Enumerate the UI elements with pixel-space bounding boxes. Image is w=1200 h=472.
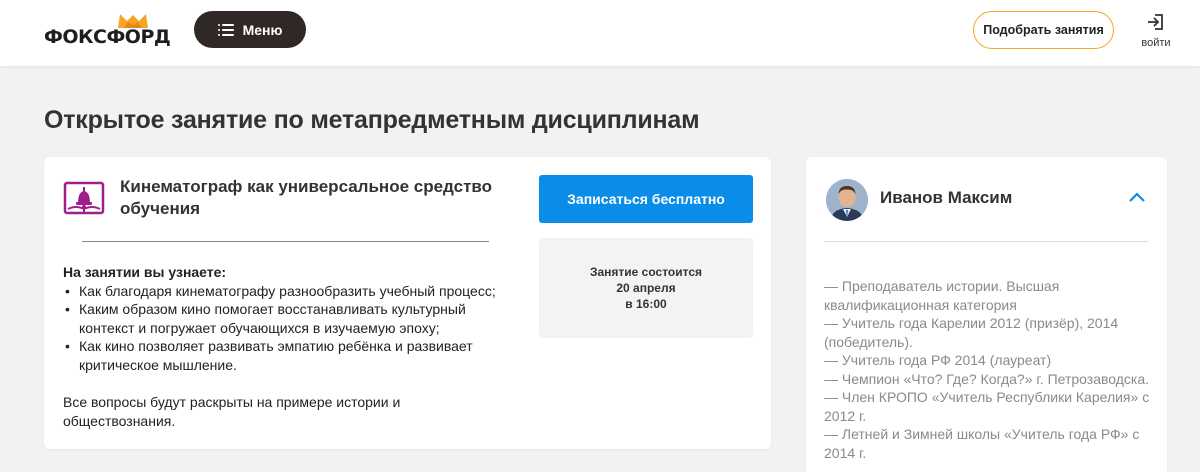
lesson-card: Кинематограф как универсальное средство … — [44, 157, 771, 449]
bio-line: — Летней и Зимней школы «Учитель года РФ… — [824, 426, 1140, 461]
bio-line: — Чемпион «Что? Где? Когда?» г. Петрозав… — [824, 370, 1150, 387]
list-item: Как кино позволяет развивать эмпатию реб… — [63, 337, 523, 374]
learn-heading: На занятии вы узнаете: — [63, 264, 227, 280]
site-header: ФОКСФОРД Меню Подобрать занятия войти — [0, 0, 1200, 66]
lesson-title: Кинематограф как универсальное средство … — [120, 177, 493, 218]
divider — [82, 241, 489, 242]
teacher-name: Иванов Максим — [880, 188, 1013, 207]
menu-button-label: Меню — [242, 21, 283, 38]
signup-free-button[interactable]: Записаться бесплатно — [539, 175, 753, 223]
list-item: Каким образом кино помогает восстанавлив… — [63, 300, 523, 337]
logo-text: ФОКСФОРД — [44, 26, 171, 48]
login-label: войти — [1141, 37, 1171, 49]
menu-button[interactable]: Меню — [194, 11, 306, 48]
learn-list: Как благодаря кинематографу разнообразит… — [63, 282, 523, 375]
divider — [824, 241, 1148, 242]
list-icon — [217, 23, 234, 36]
bio-line: — Учитель года РФ 2014 (лауреат) — [824, 352, 1052, 368]
pick-lessons-button[interactable]: Подобрать занятия — [973, 11, 1114, 49]
bio-line: — Член КРОПО «Учитель Республики Карелия… — [824, 389, 1150, 424]
page-title: Открытое занятие по метапредметным дисци… — [44, 106, 700, 134]
sign-in-icon — [1148, 14, 1163, 30]
schedule-time: в 16:00 — [625, 297, 667, 311]
schedule-line: Занятие состоится — [589, 265, 703, 279]
teacher-card: Иванов Максим — Преподаватель истории. В… — [806, 157, 1167, 472]
learn-block: На занятии вы узнаете: Как благодаря кин… — [63, 263, 523, 374]
login-button[interactable]: войти — [1134, 12, 1178, 54]
schedule-date: 20 апреля — [616, 281, 676, 295]
bio-line: — Преподаватель истории. Высшая квалифик… — [824, 278, 1060, 313]
avatar — [826, 179, 868, 221]
chevron-up-icon[interactable] — [1128, 191, 1146, 203]
book-bell-icon — [63, 181, 105, 215]
teacher-bio: — Преподаватель истории. Высшая квалифик… — [824, 277, 1154, 462]
bio-line: — Учитель года Карелии 2012 (призёр), 20… — [824, 315, 1119, 350]
lesson-summary: Все вопросы будут раскрыты на примере ис… — [63, 394, 401, 429]
teacher-photo — [826, 179, 868, 221]
list-item: Как благодаря кинематографу разнообразит… — [63, 282, 523, 301]
schedule-box: Занятие состоится 20 апреля в 16:00 — [539, 238, 753, 338]
fox-logo-icon — [118, 14, 148, 28]
